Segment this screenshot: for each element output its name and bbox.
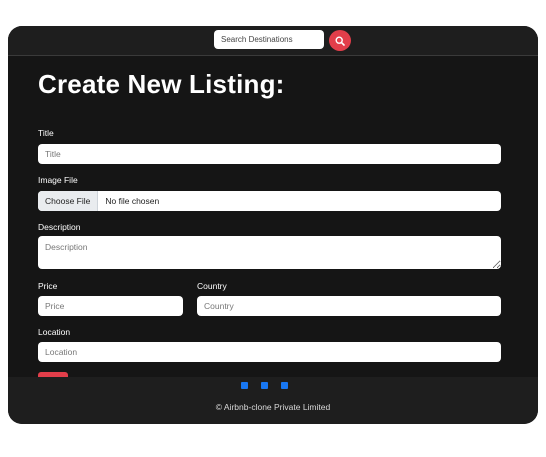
price-input[interactable] bbox=[38, 296, 183, 316]
location-input[interactable] bbox=[38, 342, 501, 362]
location-label: Location bbox=[38, 327, 71, 337]
image-file-input[interactable]: Choose File No file chosen bbox=[38, 191, 501, 211]
copyright-text: © Airbnb-clone Private Limited bbox=[215, 402, 331, 412]
listing-form: Create New Listing: Title Image File Cho… bbox=[8, 57, 538, 391]
navbar bbox=[8, 26, 538, 56]
linkedin-icon[interactable] bbox=[261, 382, 268, 389]
image-file-label: Image File bbox=[38, 175, 78, 185]
file-status: No file chosen bbox=[105, 196, 160, 206]
footer: © Airbnb-clone Private Limited bbox=[8, 377, 538, 424]
page-title: Create New Listing: bbox=[38, 69, 285, 99]
app-window: Create New Listing: Title Image File Cho… bbox=[8, 26, 538, 424]
title-input[interactable] bbox=[38, 144, 501, 164]
search-input[interactable] bbox=[214, 30, 324, 49]
facebook-icon[interactable] bbox=[241, 382, 248, 389]
description-textarea[interactable] bbox=[38, 236, 501, 269]
country-input[interactable] bbox=[197, 296, 501, 316]
linkedin-icon[interactable] bbox=[281, 382, 288, 389]
search-icon bbox=[335, 35, 345, 46]
title-label: Title bbox=[38, 128, 54, 138]
country-label: Country bbox=[197, 281, 227, 291]
price-label: Price bbox=[38, 281, 58, 291]
search-button[interactable] bbox=[329, 30, 351, 51]
description-label: Description bbox=[38, 222, 81, 232]
choose-file-button[interactable]: Choose File bbox=[38, 191, 99, 211]
